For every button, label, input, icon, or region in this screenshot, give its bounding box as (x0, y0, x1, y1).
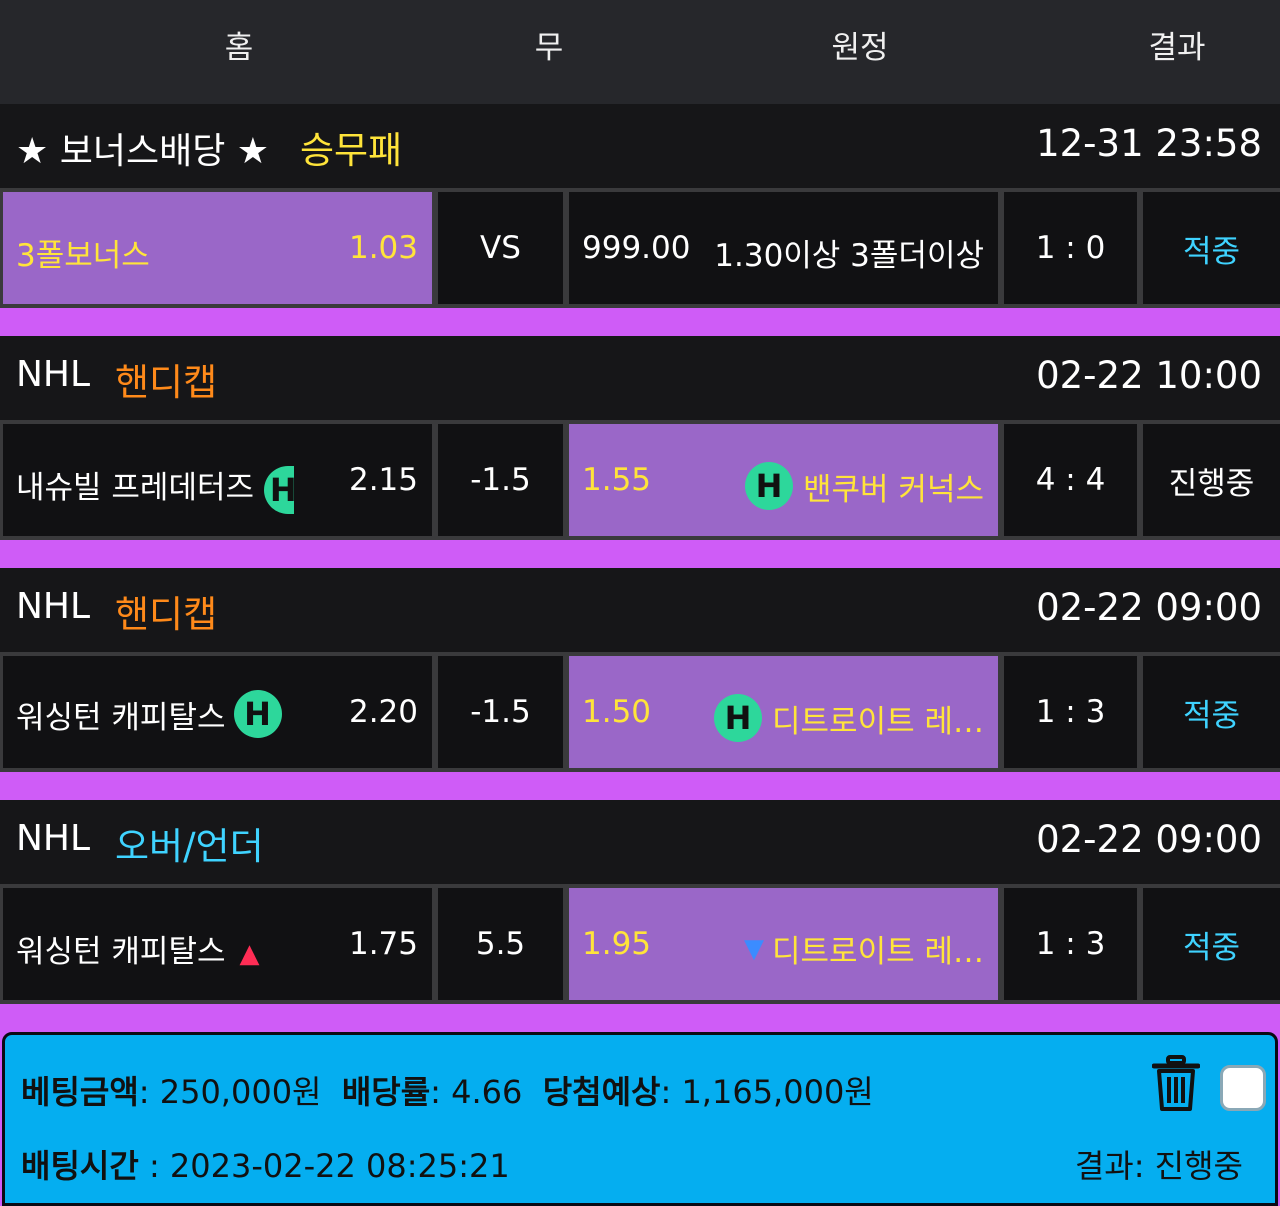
handicap-badge-icon: H (745, 462, 794, 510)
away-team-label: 디트로이트 레… (772, 934, 984, 970)
away-option[interactable]: 1.95 ▼ 디트로이트 레… (569, 888, 998, 1000)
score-cell: 1 : 3 (1004, 888, 1137, 1000)
total-odds: : 4.66 (430, 1073, 523, 1111)
result-status: 진행중 (1168, 465, 1255, 502)
expected-win-label: 당첨예상 (542, 1073, 661, 1111)
home-option[interactable]: 워싱턴 캐피탈스 ▲ 1.75 (3, 888, 432, 1000)
bet-summary: 베팅금액: 250,000원 배당률: 4.66 당첨예상: 1,165,000… (2, 1032, 1278, 1206)
trash-icon[interactable] (1152, 1055, 1200, 1113)
home-odd: 2.15 (348, 462, 418, 498)
header-away: 원정 (831, 30, 889, 66)
away-odd: 1.50 (582, 694, 652, 730)
score-cell: 1 : 3 (1004, 656, 1137, 768)
game-datetime: 02-22 09:00 (1036, 818, 1262, 861)
away-team-name: H 디트로이트 레… (714, 694, 984, 742)
column-header: 홈 무 원정 결과 (0, 0, 1280, 104)
market-label: 오버/언더 (115, 825, 264, 868)
bet-time-label: 배팅시간 (21, 1147, 139, 1185)
handicap-value: -1.5 (470, 462, 531, 498)
away-option[interactable]: 1.55 H 밴쿠버 커넉스 (569, 424, 998, 536)
bet-row: 워싱턴 캐피탈스 H 2.20 -1.5 1.50 H 디트로이트 레… 1 : 3… (0, 652, 1280, 772)
game-header: ★ 보너스배당 ★ 승무패 12-31 23:58 (0, 104, 1280, 188)
game-datetime: 02-22 09:00 (1036, 586, 1262, 629)
score: 1 : 3 (1035, 694, 1106, 730)
home-team-name: 내슈빌 프레데터즈 H (16, 462, 294, 514)
bet-amount-label: 베팅금액 (21, 1073, 139, 1111)
game-datetime: 12-31 23:58 (1036, 122, 1262, 165)
summary-result: 결과: 진행중 (1074, 1147, 1243, 1185)
over-arrow-icon: ▲ (239, 939, 260, 969)
result-cell: 적중 (1143, 192, 1280, 304)
bet-row: 워싱턴 캐피탈스 ▲ 1.75 5.5 1.95 ▼ 디트로이트 레… 1 : 3 … (0, 884, 1280, 1004)
home-team-name: 워싱턴 캐피탈스 ▲ (16, 926, 260, 971)
result-status: 적중 (1182, 697, 1241, 734)
draw-value: VS (480, 230, 521, 266)
home-option[interactable]: 워싱턴 캐피탈스 H 2.20 (3, 656, 432, 768)
score: 1 : 0 (1035, 230, 1106, 266)
result-cell: 적중 (1143, 656, 1280, 768)
home-odd: 1.03 (348, 230, 418, 266)
header-home: 홈 (224, 30, 254, 66)
away-option[interactable]: 999.00 1.30이상 3폴더이상 (569, 192, 998, 304)
home-option[interactable]: 3폴보너스 1.03 (3, 192, 432, 304)
away-team-name: 1.30이상 3폴더이상 (714, 238, 984, 274)
league-label: NHL (16, 586, 91, 627)
home-odd: 1.75 (348, 926, 418, 962)
bet-time: : 2023-02-22 08:25:21 (138, 1147, 510, 1185)
bet-row: 3폴보너스 1.03 VS 999.00 1.30이상 3폴더이상 1 : 0 … (0, 188, 1280, 308)
line-option[interactable]: 5.5 (438, 888, 563, 1000)
game-header: NHL 핸디캡 02-22 10:00 (0, 336, 1280, 420)
header-result: 결과 (1148, 30, 1206, 66)
header-draw: 무 (534, 30, 564, 66)
score: 4 : 4 (1035, 462, 1106, 498)
result-cell: 진행중 (1143, 424, 1280, 536)
away-odd: 1.95 (582, 926, 652, 962)
away-team-name: ▼ 디트로이트 레… (744, 926, 984, 971)
score-cell: 1 : 0 (1004, 192, 1137, 304)
away-odd: 999.00 (582, 230, 691, 266)
odds-label: 배당률 (341, 1073, 431, 1111)
market-label: 핸디캡 (115, 361, 218, 404)
summary-line-2: 배팅시간 : 2023-02-22 08:25:21 (21, 1141, 510, 1187)
market-label: 핸디캡 (115, 593, 218, 636)
league-label: NHL (16, 818, 91, 859)
handicap-option[interactable]: -1.5 (438, 656, 563, 768)
away-option[interactable]: 1.50 H 디트로이트 레… (569, 656, 998, 768)
home-team-name: 워싱턴 캐피탈스 H (16, 690, 282, 738)
home-option[interactable]: 내슈빌 프레데터즈 H 2.15 (3, 424, 432, 536)
result-status: 적중 (1182, 929, 1241, 966)
select-checkbox[interactable] (1220, 1065, 1266, 1111)
away-team-label: 디트로이트 레… (772, 703, 984, 740)
result-cell: 적중 (1143, 888, 1280, 1000)
summary-line-1: 베팅금액: 250,000원 배당률: 4.66 당첨예상: 1,165,000… (21, 1067, 874, 1113)
result-status: 적중 (1182, 233, 1241, 270)
handicap-value: -1.5 (470, 694, 531, 730)
home-team-label: 워싱턴 캐피탈스 (16, 699, 226, 736)
game-header: NHL 오버/언더 02-22 09:00 (0, 800, 1280, 884)
line-value: 5.5 (475, 926, 526, 962)
draw-option[interactable]: VS (438, 192, 563, 304)
handicap-badge-icon: H (233, 690, 282, 738)
game-header: NHL 핸디캡 02-22 09:00 (0, 568, 1280, 652)
under-arrow-icon: ▼ (744, 933, 765, 964)
score-cell: 4 : 4 (1004, 424, 1137, 536)
away-odd: 1.55 (582, 462, 652, 498)
market-label: 승무패 (300, 129, 403, 172)
away-team-name: H 밴쿠버 커넉스 (745, 462, 984, 510)
expected-win: : 1,165,000원 (660, 1073, 874, 1111)
handicap-option[interactable]: -1.5 (438, 424, 563, 536)
home-team-label: 워싱턴 캐피탈스 (16, 934, 226, 970)
handicap-badge-icon: H (714, 694, 763, 742)
home-team-name: 3폴보너스 (16, 238, 150, 274)
home-odd: 2.20 (348, 694, 418, 730)
league-label: ★ 보너스배당 ★ (16, 131, 270, 172)
bet-row: 내슈빌 프레데터즈 H 2.15 -1.5 1.55 H 밴쿠버 커넉스 4 : … (0, 420, 1280, 540)
league-label: NHL (16, 354, 91, 395)
handicap-badge-icon: H (263, 465, 294, 514)
game-datetime: 02-22 10:00 (1036, 354, 1262, 397)
away-team-label: 밴쿠버 커넉스 (803, 471, 984, 508)
home-team-label: 내슈빌 프레데터즈 (16, 470, 255, 506)
score: 1 : 3 (1035, 926, 1106, 962)
bet-amount: : 250,000원 (138, 1073, 322, 1111)
